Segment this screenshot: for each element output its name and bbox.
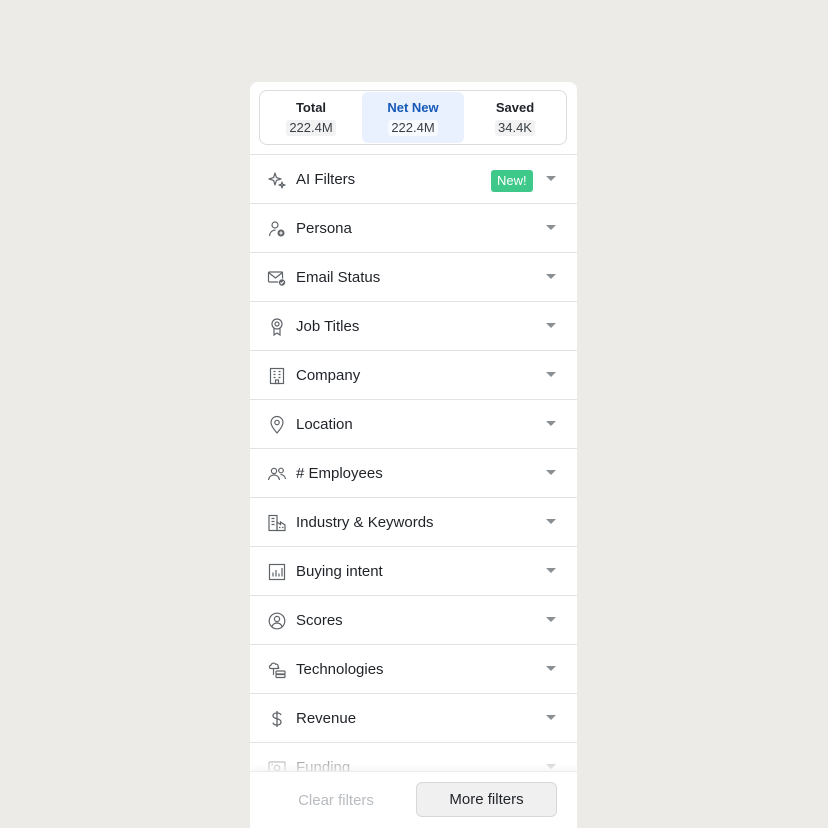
- chevron-down-icon: [546, 617, 556, 622]
- filter-buying-intent[interactable]: Buying intent: [250, 547, 577, 596]
- tab-count: 34.4K: [495, 119, 535, 136]
- filter-label: Scores: [296, 611, 343, 629]
- user-circle-icon: [267, 611, 287, 631]
- bar-chart-icon: [267, 562, 287, 582]
- chevron-down-icon: [546, 274, 556, 279]
- badge-ribbon-icon: [267, 317, 287, 337]
- new-badge: New!: [491, 170, 533, 192]
- chevron-down-icon: [546, 666, 556, 671]
- chevron-down-icon: [546, 715, 556, 720]
- tab-label: Total: [295, 99, 327, 115]
- persona-icon: [267, 219, 287, 239]
- chevron-down-icon: [546, 470, 556, 475]
- building-icon: [267, 366, 287, 386]
- filter-label: AI Filters: [296, 170, 356, 188]
- filter-label: Company: [296, 366, 361, 384]
- filter-label: Buying intent: [296, 562, 383, 580]
- filter-panel: Total 222.4M Net New 222.4M Saved 34.4K …: [250, 82, 577, 828]
- filter-label: Job Titles: [296, 317, 360, 335]
- result-tabs: Total 222.4M Net New 222.4M Saved 34.4K: [259, 90, 567, 145]
- filter-email-status[interactable]: Email Status: [250, 253, 577, 302]
- tab-total[interactable]: Total 222.4M: [260, 92, 362, 143]
- filter-list: AI Filters New! Persona Email Status Job…: [250, 154, 577, 792]
- tab-saved[interactable]: Saved 34.4K: [464, 92, 566, 143]
- chevron-down-icon: [546, 519, 556, 524]
- chevron-down-icon: [546, 323, 556, 328]
- filter-label: Technologies: [296, 660, 384, 678]
- filter-revenue[interactable]: Revenue: [250, 694, 577, 743]
- filter-persona[interactable]: Persona: [250, 204, 577, 253]
- email-check-icon: [267, 268, 287, 288]
- filter-industry-keywords[interactable]: Industry & Keywords: [250, 498, 577, 547]
- sparkle-icon: [267, 170, 287, 190]
- filter-label: Industry & Keywords: [296, 513, 434, 531]
- industry-icon: [267, 513, 287, 533]
- tab-count: 222.4M: [388, 119, 438, 136]
- filter-label: Revenue: [296, 709, 357, 727]
- filter-job-titles[interactable]: Job Titles: [250, 302, 577, 351]
- cloud-stack-icon: [267, 660, 287, 680]
- filter-label: Location: [296, 415, 353, 433]
- tab-label: Net New: [387, 99, 439, 115]
- filter-scores[interactable]: Scores: [250, 596, 577, 645]
- more-filters-button[interactable]: More filters: [416, 782, 557, 817]
- filter-company[interactable]: Company: [250, 351, 577, 400]
- filter-location[interactable]: Location: [250, 400, 577, 449]
- tab-count: 222.4M: [286, 119, 336, 136]
- chevron-down-icon: [546, 421, 556, 426]
- filter-label: # Employees: [296, 464, 383, 482]
- tab-net-new[interactable]: Net New 222.4M: [362, 92, 464, 143]
- dollar-icon: [267, 709, 287, 729]
- filter-label: Persona: [296, 219, 352, 237]
- clear-filters-button[interactable]: Clear filters: [274, 782, 398, 818]
- chevron-down-icon: [546, 225, 556, 230]
- filter-footer: Clear filters More filters: [250, 771, 577, 828]
- chevron-down-icon: [546, 568, 556, 573]
- location-pin-icon: [267, 415, 287, 435]
- filter-employees[interactable]: # Employees: [250, 449, 577, 498]
- filter-technologies[interactable]: Technologies: [250, 645, 577, 694]
- people-icon: [267, 464, 287, 484]
- chevron-down-icon: [546, 764, 556, 769]
- filter-ai-filters[interactable]: AI Filters New!: [250, 155, 577, 204]
- chevron-down-icon: [546, 176, 556, 181]
- filter-label: Email Status: [296, 268, 381, 286]
- chevron-down-icon: [546, 372, 556, 377]
- tab-label: Saved: [495, 99, 535, 115]
